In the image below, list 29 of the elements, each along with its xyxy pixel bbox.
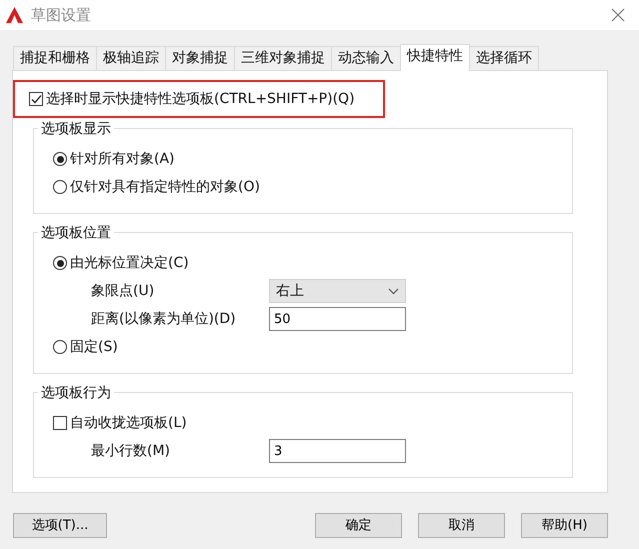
checkbox-label: 自动收拢选项板(L) <box>70 414 187 432</box>
close-icon[interactable] <box>611 8 625 22</box>
dialog-button[interactable]: 取消 <box>418 513 505 538</box>
radio-label: 由光标位置决定(C) <box>70 254 189 272</box>
chevron-down-icon <box>388 288 399 294</box>
field-label: 最小行数(M) <box>91 442 172 460</box>
dropdown[interactable]: 右上 <box>269 279 406 303</box>
radio-button[interactable] <box>53 256 67 270</box>
dialog-button[interactable]: 确定 <box>315 513 402 538</box>
radio-button[interactable] <box>53 152 67 166</box>
checkbox-label: 选择时显示快捷特性选项板(CTRL+SHIFT+P)(Q) <box>46 90 355 108</box>
radio-label: 固定(S) <box>70 338 118 356</box>
checkbox[interactable] <box>29 92 43 106</box>
tab[interactable]: 选择循环 <box>469 46 539 70</box>
input-field[interactable]: 50 <box>269 307 406 331</box>
field-label: 距离(以像素为单位)(D) <box>91 310 237 328</box>
field-label: 象限点(U) <box>91 282 156 300</box>
checkbox[interactable] <box>53 416 67 430</box>
tab[interactable]: 快捷特性 <box>400 44 470 71</box>
input-field[interactable]: 3 <box>269 439 406 463</box>
tab[interactable]: 捕捉和栅格 <box>13 46 97 70</box>
radio-button[interactable] <box>53 340 67 354</box>
radio-label: 针对所有对象(A) <box>70 150 175 168</box>
radio-button[interactable] <box>53 180 67 194</box>
radio-label: 仅针对具有指定特性的对象(O) <box>70 178 260 196</box>
window-title: 草图设置 <box>31 4 91 26</box>
app-logo-icon <box>6 7 23 23</box>
dialog-button[interactable]: 帮助(H) <box>521 513 608 538</box>
dialog-button[interactable]: 选项(T)... <box>13 513 107 538</box>
